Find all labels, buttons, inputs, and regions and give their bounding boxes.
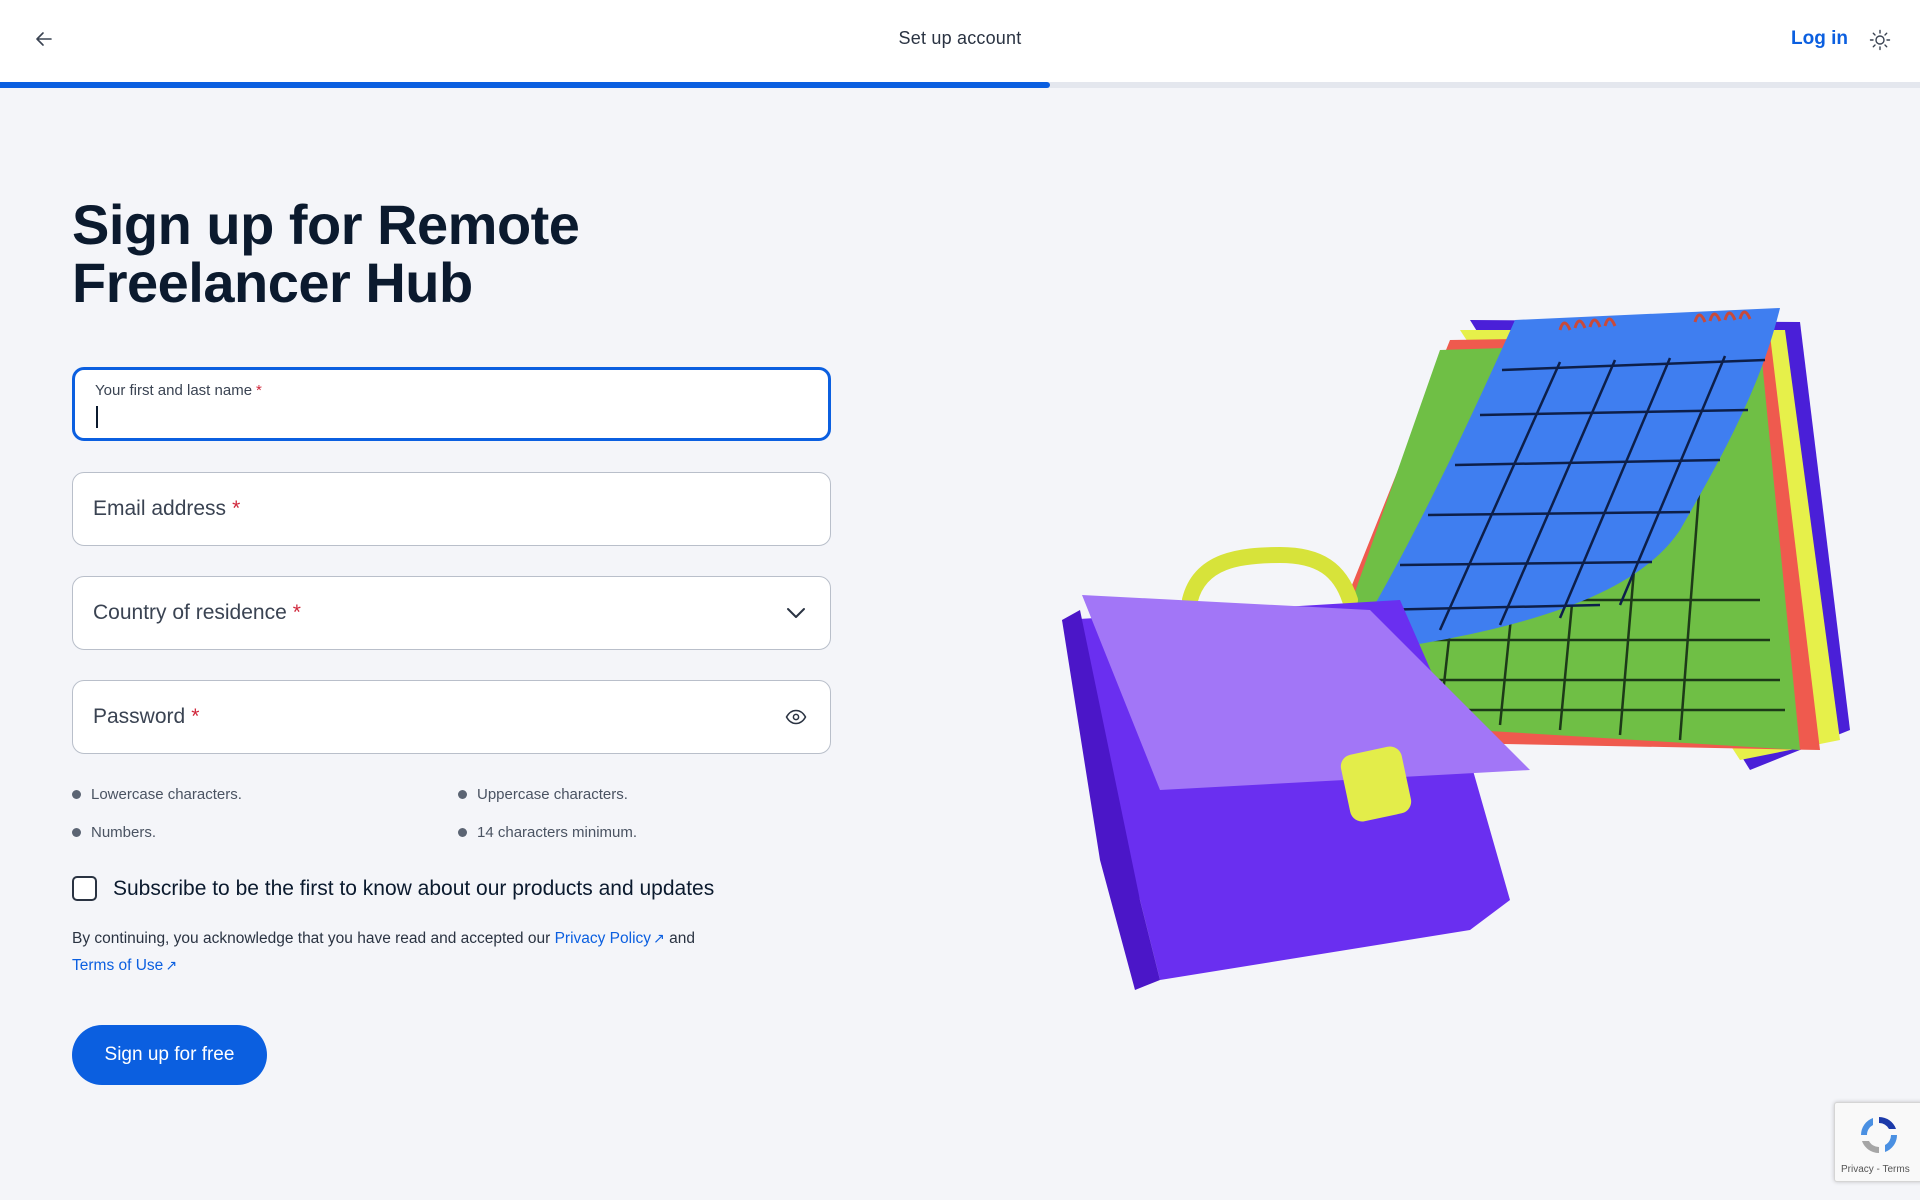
subscribe-label[interactable]: Subscribe to be the first to know about … bbox=[113, 877, 714, 901]
page-title: Sign up for Remote Freelancer Hub bbox=[72, 193, 580, 314]
sun-icon bbox=[1869, 29, 1891, 51]
privacy-policy-link-text: Privacy Policy bbox=[554, 930, 652, 947]
rule-bullet bbox=[72, 790, 81, 799]
rule-text: Lowercase characters. bbox=[91, 786, 242, 803]
eye-icon bbox=[785, 709, 807, 725]
legal-and: and bbox=[669, 930, 695, 947]
recaptcha-badge[interactable]: Privacy - Terms bbox=[1834, 1102, 1920, 1182]
signup-progress-bar bbox=[0, 82, 1920, 88]
login-link[interactable]: Log in bbox=[1791, 28, 1848, 50]
chevron-down-icon bbox=[787, 608, 805, 618]
recaptcha-icon bbox=[1861, 1117, 1897, 1153]
required-mark: * bbox=[292, 601, 301, 624]
top-bar: Set up account Log in bbox=[0, 0, 1920, 82]
email-placeholder: Email address * bbox=[93, 497, 240, 521]
privacy-policy-link[interactable]: Privacy Policy ↗ bbox=[555, 930, 665, 947]
text-caret bbox=[96, 406, 98, 428]
rule-text: Uppercase characters. bbox=[477, 786, 628, 803]
show-password-button[interactable] bbox=[784, 705, 808, 729]
external-link-icon: ↗ bbox=[653, 930, 665, 946]
progress-fill bbox=[0, 82, 1051, 88]
legal-notice: By continuing, you acknowledge that you … bbox=[72, 925, 772, 979]
required-mark: * bbox=[256, 382, 262, 399]
page-header-title: Set up account bbox=[898, 28, 1022, 48]
required-mark: * bbox=[191, 705, 200, 728]
country-placeholder: Country of residence * bbox=[93, 601, 301, 625]
country-select[interactable]: Country of residence * bbox=[72, 576, 831, 650]
rule-bullet bbox=[458, 790, 467, 799]
terms-of-use-link-text: Terms of Use bbox=[72, 957, 164, 974]
rule-bullet bbox=[72, 828, 81, 837]
subscribe-option: Subscribe to be the first to know about … bbox=[72, 876, 714, 901]
briefcase-handle bbox=[1182, 546, 1358, 608]
password-rule-lowercase: Lowercase characters. bbox=[72, 786, 242, 803]
password-field[interactable]: Password * bbox=[72, 680, 831, 754]
password-rule-numbers: Numbers. bbox=[72, 824, 156, 841]
country-dropdown-toggle[interactable] bbox=[784, 601, 808, 625]
required-mark: * bbox=[232, 497, 241, 520]
legal-prefix: By continuing, you acknowledge that you … bbox=[72, 930, 551, 947]
rule-bullet bbox=[458, 828, 467, 837]
theme-toggle-button[interactable] bbox=[1868, 28, 1892, 52]
name-label-text: Your first and last name bbox=[95, 382, 253, 399]
subscribe-checkbox[interactable] bbox=[72, 876, 97, 901]
briefcase-calendar-illustration bbox=[1062, 308, 1850, 990]
recaptcha-links[interactable]: Privacy - Terms bbox=[1841, 1164, 1910, 1175]
rule-text: 14 characters minimum. bbox=[477, 824, 638, 841]
email-field[interactable]: Email address * bbox=[72, 472, 831, 546]
password-placeholder: Password * bbox=[93, 705, 199, 729]
name-field-label: Your first and last name * bbox=[95, 382, 262, 399]
country-placeholder-text: Country of residence bbox=[93, 601, 287, 624]
email-placeholder-text: Email address bbox=[93, 497, 227, 520]
terms-of-use-link[interactable]: Terms of Use ↗ bbox=[72, 957, 177, 974]
password-placeholder-text: Password bbox=[93, 705, 186, 728]
password-rule-uppercase: Uppercase characters. bbox=[458, 786, 628, 803]
rule-text: Numbers. bbox=[91, 824, 157, 841]
password-rule-length: 14 characters minimum. bbox=[458, 824, 637, 841]
sign-up-button[interactable]: Sign up for free bbox=[72, 1025, 267, 1085]
name-field[interactable]: Your first and last name * bbox=[72, 367, 831, 441]
external-link-icon: ↗ bbox=[165, 957, 178, 973]
